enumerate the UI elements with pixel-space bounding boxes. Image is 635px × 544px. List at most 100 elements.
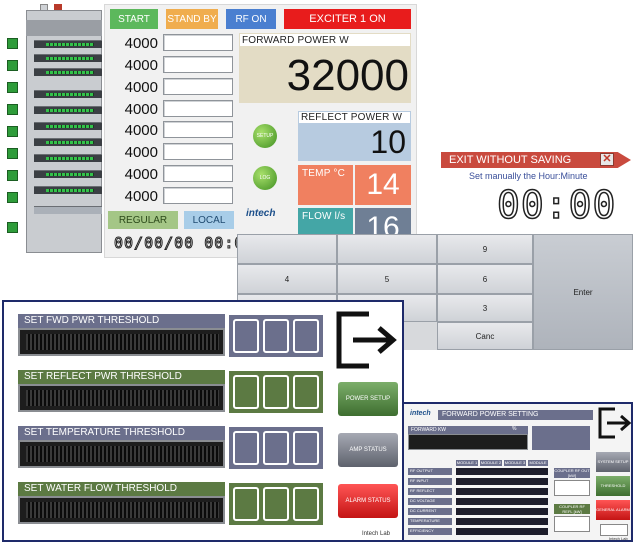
rf-on-button[interactable]: RF ON — [226, 9, 276, 29]
status-led — [7, 104, 18, 115]
row-label: DC CURRENT — [408, 508, 452, 515]
flow-threshold-label: SET WATER FLOW THRESHOLD — [18, 482, 225, 496]
reflect-power-label: REFLECT POWER W — [301, 112, 403, 123]
status-display — [600, 524, 628, 536]
row-label: RF INPUT — [408, 478, 452, 485]
key-enter[interactable]: Enter — [533, 234, 633, 350]
exit-icon[interactable] — [333, 308, 403, 372]
temperature-threshold-bar[interactable] — [18, 440, 225, 468]
log-label: LOG — [259, 175, 271, 181]
power-setup-button[interactable]: POWER SETUP — [338, 382, 398, 416]
threshold-setup-button[interactable]: THRESHOLD SETUP — [596, 476, 630, 508]
status-led — [7, 82, 18, 93]
module-header: MODULE 1 — [456, 460, 478, 466]
forward-kw-label: FORWARD KW — [408, 426, 528, 434]
temperature-label-cell: TEMP °C — [298, 165, 353, 205]
coupler-refl-label: COUPLER RF REFL [kW] — [554, 504, 590, 514]
module-value-input[interactable] — [163, 34, 233, 51]
forward-power-panel: FORWARD POWER W 32000 — [239, 33, 411, 103]
coupler-out-label: COUPLER RF OUT [kW] — [554, 468, 590, 478]
log-icon-button[interactable]: LOG — [253, 166, 277, 190]
system-setup-button[interactable]: SYSTEM SETUP — [596, 452, 630, 472]
start-button[interactable]: START — [110, 9, 158, 29]
row-label: RF REFLECT — [408, 488, 452, 495]
module-value-input[interactable] — [163, 56, 233, 73]
row-label: TEMPERATURE — [408, 518, 452, 525]
reflect-threshold-label: SET REFLECT PWR THRESHOLD — [18, 370, 225, 384]
intech-lab-footer: Intech Lab — [362, 531, 391, 537]
module-header: MODULE 2 — [480, 460, 502, 466]
status-led — [7, 126, 18, 137]
amp-status-button[interactable]: AMP STATUS — [338, 433, 398, 467]
module-header: MODULE 3 — [504, 460, 526, 466]
close-icon[interactable]: ✕ — [600, 153, 614, 166]
rack-units — [30, 40, 102, 240]
forward-power-value: 32000 — [286, 51, 409, 100]
reflect-threshold-digits[interactable] — [229, 371, 323, 413]
local-mode-button[interactable]: LOCAL — [184, 211, 234, 229]
intech-lab-footer-small: Intech Lab — [609, 536, 628, 541]
intech-logo: intech — [246, 208, 276, 219]
module-value: 4000 — [124, 57, 158, 74]
module-value-input[interactable] — [163, 165, 233, 182]
fwd-threshold-label: SET FWD PWR THRESHOLD — [18, 314, 225, 328]
temperature-threshold-digits[interactable] — [229, 427, 323, 469]
fwd-threshold-bar[interactable] — [18, 328, 225, 356]
set-time-hint: Set manually the Hour:Minute — [469, 171, 588, 181]
module-header: MODULE 4 — [528, 460, 548, 470]
coupler-out-digits — [554, 480, 590, 496]
rack-header — [26, 20, 102, 36]
module-value: 4000 — [124, 79, 158, 96]
status-led — [7, 148, 18, 159]
key-3[interactable]: 3 — [437, 294, 533, 322]
status-led — [7, 222, 18, 233]
standby-button[interactable]: STAND BY — [166, 9, 218, 29]
module-value-input[interactable] — [163, 121, 233, 138]
module-value-input[interactable] — [163, 78, 233, 95]
module-value-input[interactable] — [163, 143, 233, 160]
alarm-status-button[interactable]: ALARM STATUS — [338, 484, 398, 518]
flow-threshold-bar[interactable] — [18, 496, 225, 524]
reflect-threshold-bar[interactable] — [18, 384, 225, 412]
temperature-threshold-label: SET TEMPERATURE THRESHOLD — [18, 426, 225, 440]
key-blank[interactable] — [237, 234, 337, 264]
regular-mode-button[interactable]: REGULAR — [108, 211, 178, 229]
key-4[interactable]: 4 — [237, 264, 337, 294]
setup-icon-button[interactable]: SETUP — [253, 124, 277, 148]
module-value: 4000 — [124, 188, 158, 205]
module-value: 4000 — [124, 122, 158, 139]
key-9[interactable]: 9 — [437, 234, 533, 264]
module-value-input[interactable] — [163, 100, 233, 117]
fwd-setting-title: FORWARD POWER SETTING — [438, 410, 593, 420]
status-led — [7, 170, 18, 181]
forward-kw-bar[interactable] — [408, 434, 528, 450]
module-value-grid — [456, 468, 548, 535]
module-value: 4000 — [124, 101, 158, 118]
percent-label: % — [512, 426, 517, 432]
forward-power-setting-panel: intech FORWARD POWER SETTING FORWARD KW … — [402, 402, 633, 542]
key-cancel[interactable]: Canc — [437, 322, 533, 350]
status-led — [7, 38, 18, 49]
general-alarm-button[interactable]: GENERAL ALARM — [596, 500, 630, 520]
status-led — [7, 60, 18, 71]
exit-without-saving-label: EXIT WITHOUT SAVING — [449, 154, 572, 166]
fwd-threshold-digits[interactable] — [229, 315, 323, 357]
row-label: RF OUTPUT — [408, 468, 452, 475]
forward-kw-digits[interactable] — [532, 426, 590, 450]
status-led — [7, 192, 18, 203]
exit-icon-small[interactable] — [597, 406, 633, 440]
module-table: MODULE 1 MODULE 2 MODULE 3 MODULE 4 RF O… — [408, 460, 548, 538]
key-blank[interactable] — [337, 234, 437, 264]
time-display: 00:00 — [496, 182, 617, 228]
reflect-power-value: 10 — [370, 124, 406, 160]
key-6[interactable]: 6 — [437, 264, 533, 294]
module-value: 4000 — [124, 166, 158, 183]
reflect-power-panel: REFLECT POWER W 10 — [298, 111, 411, 161]
flow-threshold-digits[interactable] — [229, 483, 323, 525]
key-5[interactable]: 5 — [337, 264, 437, 294]
coupler-refl-digits — [554, 516, 590, 532]
module-value-input[interactable] — [163, 187, 233, 204]
exciter-button[interactable]: EXCITER 1 ON — [284, 9, 411, 29]
module-value: 4000 — [124, 144, 158, 161]
temperature-value: 14 — [355, 165, 411, 205]
